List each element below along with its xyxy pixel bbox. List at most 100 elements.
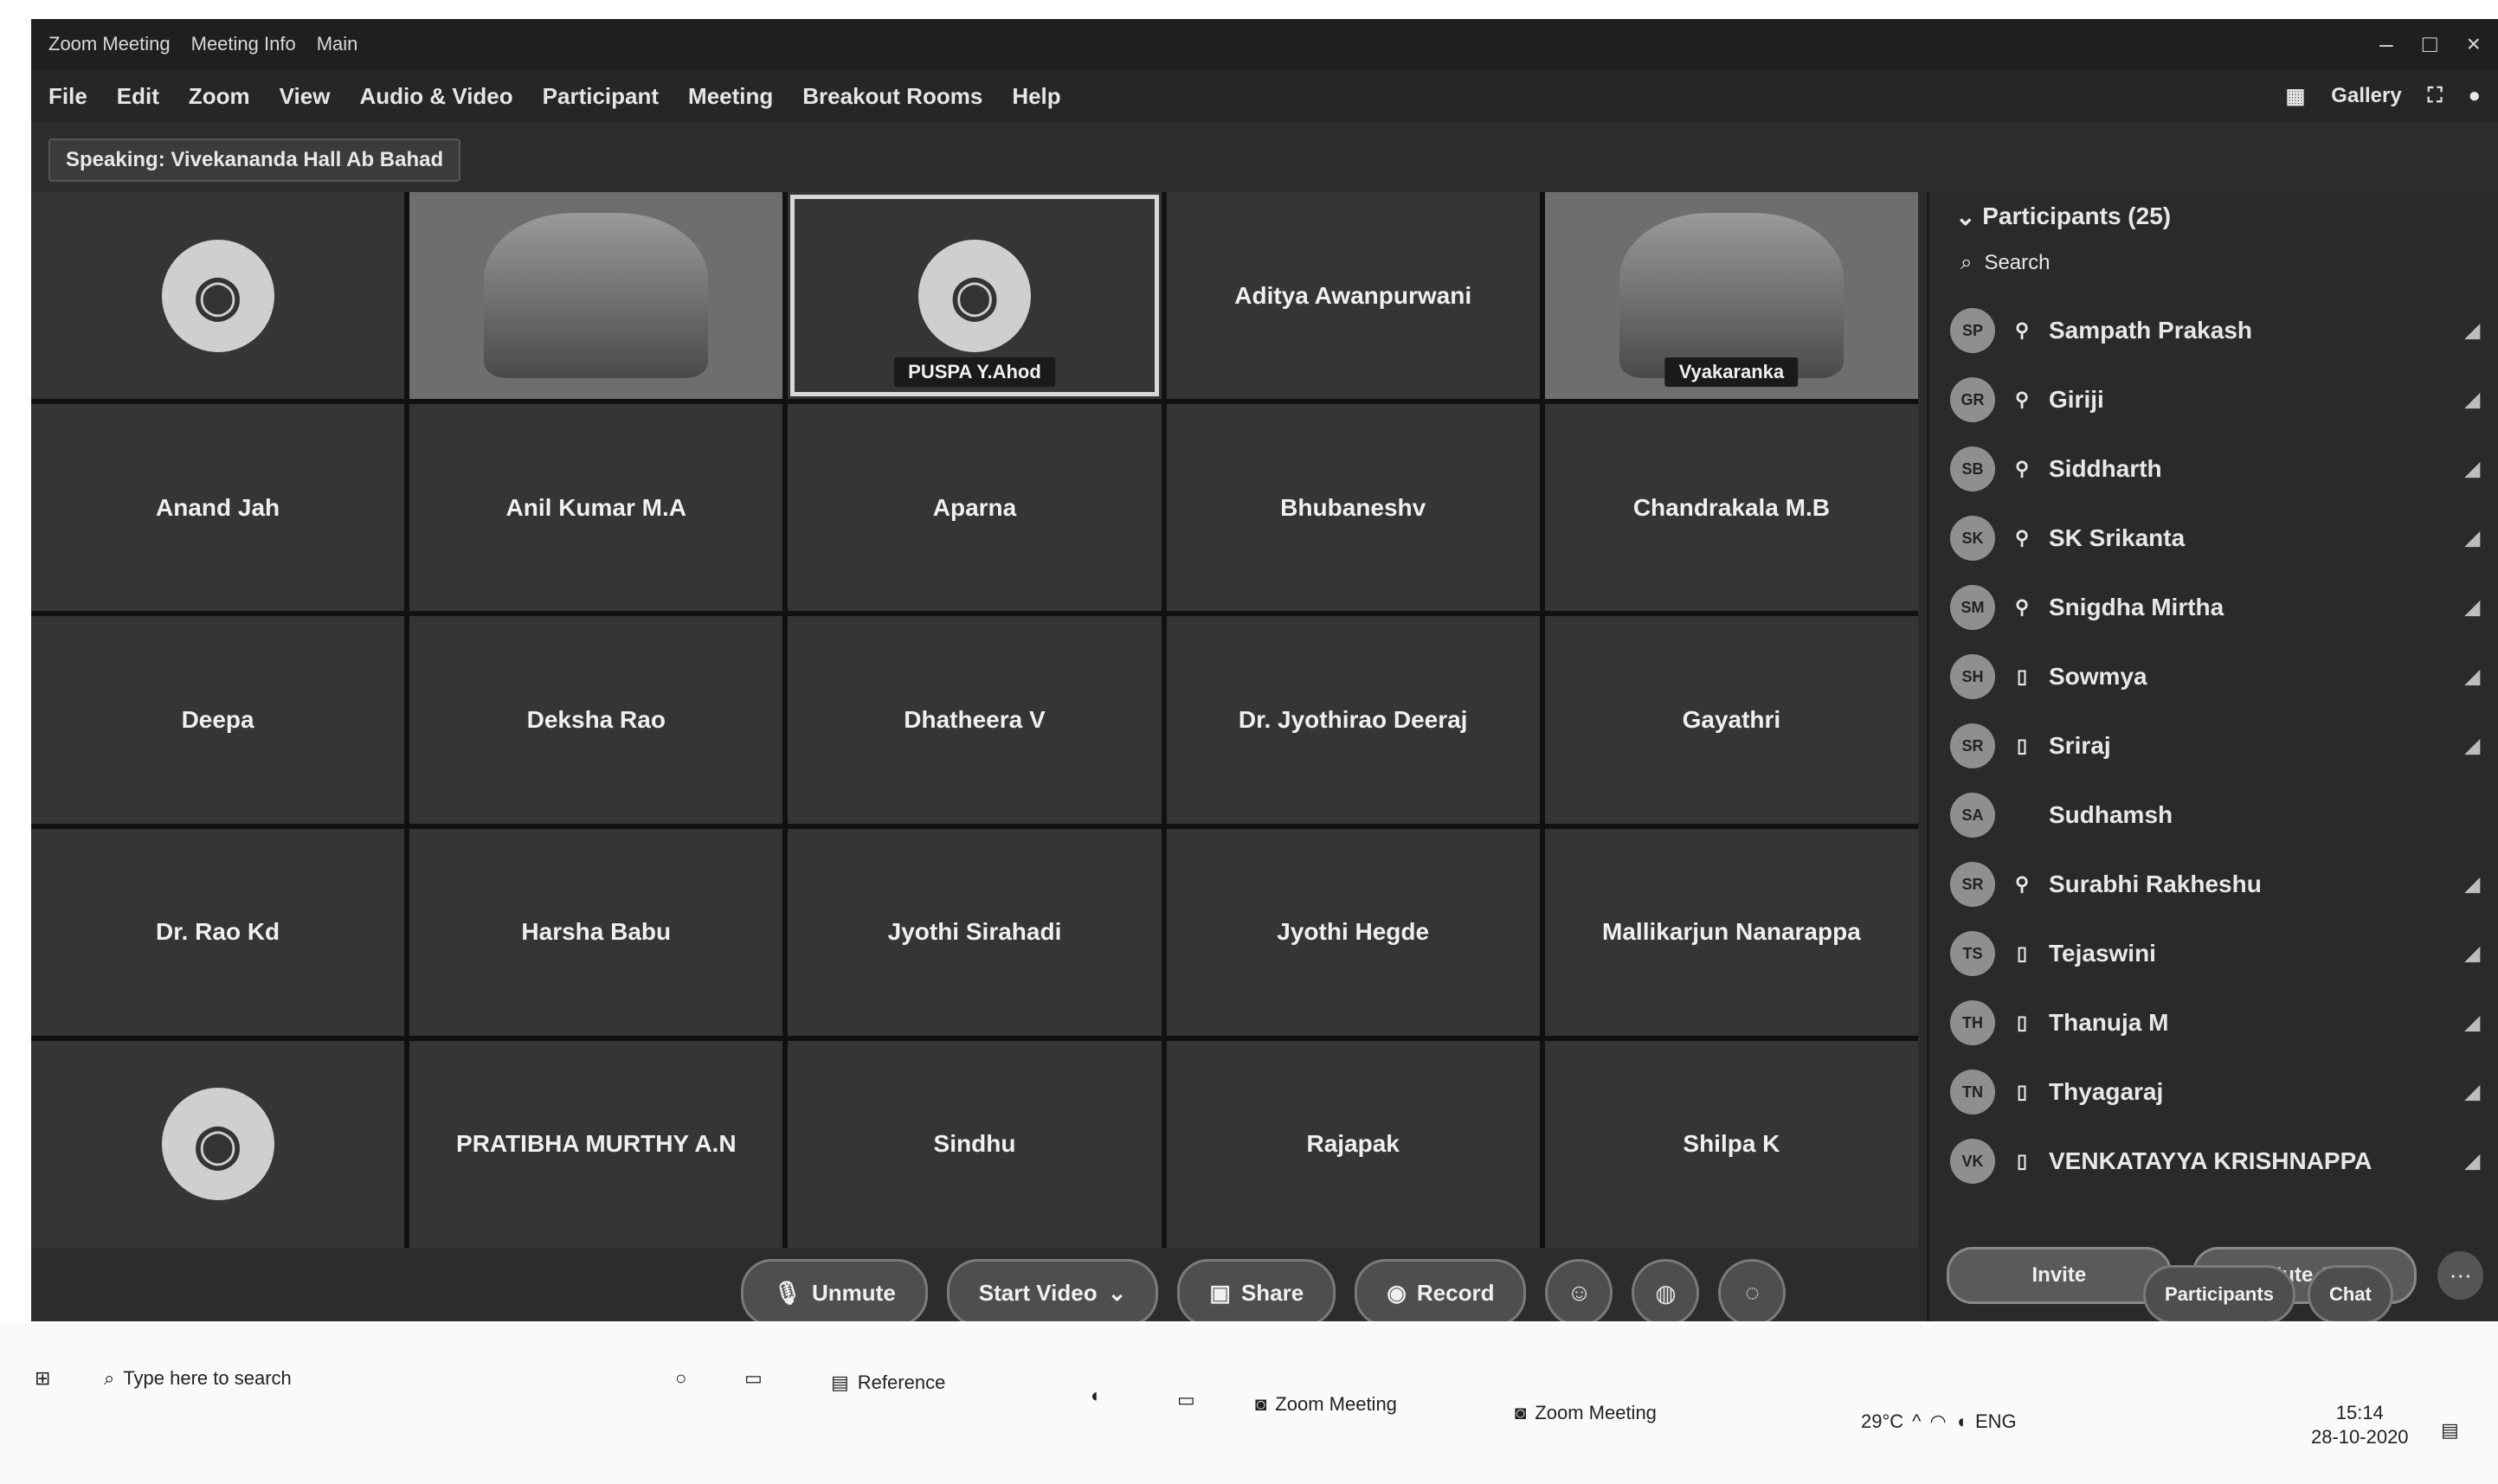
video-tile[interactable]: Aditya Awanpurwani: [1166, 192, 1540, 400]
menu-view[interactable]: View: [280, 83, 331, 110]
list-item[interactable]: SR ⚲ Surabhi Rakheshu ◢: [1929, 850, 2498, 919]
menu-help[interactable]: Help: [1012, 83, 1060, 110]
list-item[interactable]: SB ⚲ Siddharth ◢: [1929, 434, 2498, 504]
tab-main[interactable]: Main: [317, 33, 358, 55]
video-tile[interactable]: PRATIBHA MURTHY A.N: [409, 1040, 783, 1248]
avatar: SR: [1950, 862, 1995, 907]
folder-icon[interactable]: ▭: [1177, 1389, 1195, 1411]
taskbar-search-input[interactable]: Type here to search: [123, 1367, 291, 1390]
share-button[interactable]: ▣ Share: [1177, 1259, 1336, 1321]
chevron-up-icon[interactable]: ^: [1912, 1410, 1921, 1433]
video-tile[interactable]: Dr. Jyothirao Deeraj: [1166, 616, 1540, 824]
reactions-icon[interactable]: ☺: [1545, 1259, 1613, 1321]
taskbar-app-reference[interactable]: ▤ Reference: [831, 1372, 945, 1394]
start-video-button[interactable]: Start Video ⌄: [946, 1259, 1159, 1321]
video-tile[interactable]: Bhubaneshv: [1166, 404, 1540, 612]
video-tile[interactable]: Shilpa K: [1544, 1040, 1918, 1248]
close-icon[interactable]: ×: [2467, 30, 2481, 58]
participants-title: Participants (25): [1982, 202, 2172, 229]
tab-meeting-info[interactable]: Meeting Info: [191, 33, 296, 55]
chrome-icon[interactable]: ◐: [1091, 1384, 1102, 1407]
menu-meeting[interactable]: Meeting: [688, 83, 773, 110]
video-tile[interactable]: Deepa: [31, 616, 405, 824]
list-item[interactable]: TS ▯ Tejaswini ◢: [1929, 919, 2498, 988]
chevron-down-icon[interactable]: ⌄: [1955, 202, 1982, 231]
maximize-icon[interactable]: □: [2423, 30, 2437, 58]
list-item[interactable]: SA Sudhamsh: [1929, 781, 2498, 850]
video-tile[interactable]: Dr. Rao Kd: [31, 828, 405, 1036]
apps-icon[interactable]: ◍: [1632, 1259, 1700, 1321]
chevron-down-icon[interactable]: ⌄: [1108, 1280, 1127, 1307]
avatar: SM: [1950, 585, 1995, 630]
avatar: SK: [1950, 516, 1995, 561]
invite-button[interactable]: Invite: [1947, 1247, 2172, 1304]
speaking-indicator: Speaking: Vivekananda Hall Ab Bahad: [48, 138, 461, 182]
video-tile[interactable]: Vyakaranka: [1544, 192, 1918, 400]
network-icon[interactable]: ◠: [1929, 1410, 1946, 1433]
list-item[interactable]: SH ▯ Sowmya ◢: [1929, 642, 2498, 711]
list-item[interactable]: TH ▯ Thanuja M ◢: [1929, 988, 2498, 1057]
language-label[interactable]: ENG: [1975, 1410, 2017, 1433]
list-item[interactable]: SM ⚲ Snigdha Mirtha ◢: [1929, 573, 2498, 642]
video-tile[interactable]: Anand Jah: [31, 404, 405, 612]
volume-icon[interactable]: ◖: [1955, 1410, 1967, 1433]
start-button[interactable]: ⊞: [35, 1367, 50, 1390]
video-tile[interactable]: Gayathri: [1544, 616, 1918, 824]
list-item[interactable]: SR ▯ Sriraj ◢: [1929, 711, 2498, 781]
avatar: ◉: [161, 239, 274, 352]
task-view-icon[interactable]: ○: [675, 1367, 686, 1390]
taskbar-search[interactable]: ⌕ Type here to search: [104, 1367, 292, 1390]
video-tile[interactable]: Deksha Rao: [409, 616, 783, 824]
menu-audio-video[interactable]: Audio & Video: [359, 83, 512, 110]
video-tile-active-speaker[interactable]: ◉ PUSPA Y.Ahod: [788, 192, 1162, 400]
more-icon[interactable]: ⋯: [2437, 1251, 2483, 1300]
menu-participant[interactable]: Participant: [543, 83, 659, 110]
participant-name: Thyagaraj: [2049, 1078, 2164, 1105]
video-tile[interactable]: Chandrakala M.B: [1544, 404, 1918, 612]
video-tile[interactable]: Dhatheera V: [788, 616, 1162, 824]
menu-file[interactable]: File: [48, 83, 87, 110]
participant-name: VENKATAYYA KRISHNAPPA: [2049, 1147, 2372, 1174]
menu-edit[interactable]: Edit: [117, 83, 159, 110]
clock[interactable]: 15:14 28-10-2020: [2311, 1402, 2409, 1449]
video-tile[interactable]: Mallikarjun Nanarappa: [1544, 828, 1918, 1036]
tile-name-label: Rajapak: [1306, 1130, 1400, 1158]
chat-button[interactable]: Chat: [2307, 1265, 2393, 1321]
menu-breakout-rooms[interactable]: Breakout Rooms: [802, 83, 982, 110]
video-tile[interactable]: [409, 192, 783, 400]
search-input[interactable]: Search: [1984, 251, 2050, 275]
fullscreen-icon[interactable]: ⛶: [2428, 84, 2443, 108]
list-item[interactable]: SK ⚲ SK Srikanta ◢: [1929, 504, 2498, 573]
minimize-icon[interactable]: –: [2379, 30, 2393, 58]
record-button[interactable]: ◉ Record: [1355, 1259, 1527, 1321]
grid-icon[interactable]: ▦: [2286, 84, 2306, 109]
video-tile[interactable]: Rajapak: [1166, 1040, 1540, 1248]
tile-name-label: Anand Jah: [156, 493, 280, 521]
video-tile[interactable]: Harsha Babu: [409, 828, 783, 1036]
notification-icon[interactable]: ▤: [2441, 1419, 2459, 1442]
video-tile[interactable]: Anil Kumar M.A: [409, 404, 783, 612]
video-tile[interactable]: ◉: [31, 1040, 405, 1248]
video-tile[interactable]: Aparna: [788, 404, 1162, 612]
record-label: Record: [1416, 1279, 1495, 1306]
video-tile[interactable]: ◉: [31, 192, 405, 400]
list-item[interactable]: VK ▯ VENKATAYYA KRISHNAPPA ◢: [1929, 1127, 2498, 1196]
video-tile[interactable]: Jyothi Sirahadi: [788, 828, 1162, 1036]
menu-zoom[interactable]: Zoom: [189, 83, 250, 110]
user-icon[interactable]: ●: [2469, 84, 2482, 108]
list-item[interactable]: SP ⚲ Sampath Prakash ◢: [1929, 296, 2498, 365]
participants-toggle-button[interactable]: Participants: [2143, 1265, 2295, 1321]
participant-name: Sudhamsh: [2049, 801, 2173, 828]
meeting-controls: 🎙 Unmute Start Video ⌄ ▣ Share ◉ Record ☺ ◍ …: [741, 1259, 1787, 1321]
gallery-view-button[interactable]: Gallery: [2331, 84, 2401, 108]
taskbar-app-zoom-1[interactable]: ◙ Zoom Meeting: [1255, 1393, 1397, 1416]
video-tile[interactable]: Jyothi Hegde: [1166, 828, 1540, 1036]
file-explorer-icon[interactable]: ▭: [744, 1367, 763, 1390]
taskbar-app-zoom-2[interactable]: ◙ Zoom Meeting: [1515, 1402, 1657, 1424]
more-options-icon[interactable]: ◌: [1718, 1259, 1787, 1321]
list-item[interactable]: TN ▯ Thyagaraj ◢: [1929, 1057, 2498, 1127]
participant-search[interactable]: ⌕ Search: [1929, 241, 2498, 286]
unmute-button[interactable]: 🎙 Unmute: [741, 1259, 928, 1321]
list-item[interactable]: GR ⚲ Giriji ◢: [1929, 365, 2498, 434]
video-tile[interactable]: Sindhu: [788, 1040, 1162, 1248]
